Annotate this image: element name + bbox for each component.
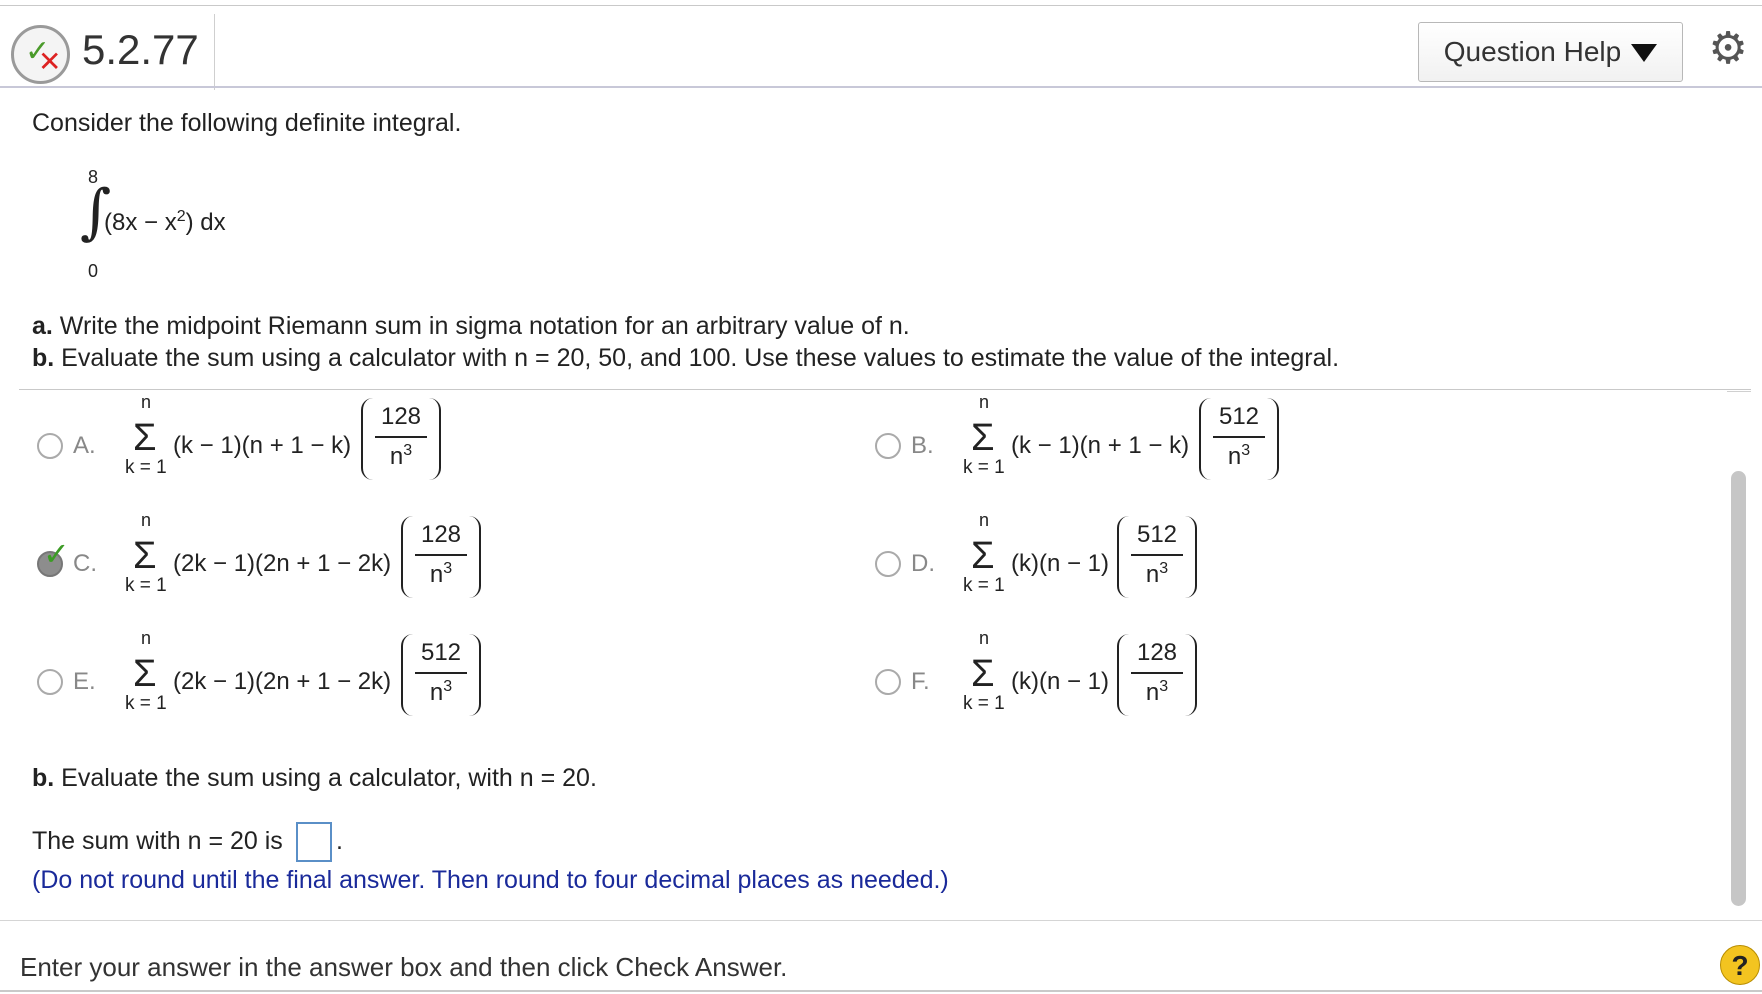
- correct-check-icon: ✓: [43, 536, 70, 572]
- sigma-lower-bound: k = 1: [963, 575, 1005, 596]
- scroll-area-border: [19, 389, 1751, 390]
- question-number: 5.2.77: [82, 26, 199, 73]
- left-paren: [1117, 516, 1129, 598]
- left-paren: [401, 516, 413, 598]
- fraction-numerator: 128: [420, 521, 462, 548]
- definite-integral: 8 ∫ (8x − x2) dx 0: [80, 160, 280, 285]
- sigma-lower-bound: k = 1: [963, 457, 1005, 478]
- sigma-symbol: Σ: [133, 535, 157, 577]
- question-header: ✓ ✕ 5.2.77 Question Help ⚙: [0, 6, 1762, 90]
- right-paren: [469, 634, 481, 716]
- sigma-symbol: Σ: [971, 417, 995, 459]
- fraction-numerator: 128: [380, 403, 422, 430]
- choice-letter: A.: [73, 432, 96, 459]
- left-paren: [401, 634, 413, 716]
- dropdown-arrow-icon: [1631, 44, 1658, 62]
- footer-instruction: Enter your answer in the answer box and …: [20, 952, 788, 982]
- left-paren: [1199, 398, 1211, 480]
- sigma-symbol: Σ: [971, 653, 995, 695]
- choice-expression: (2k − 1)(2n + 1 − 2k): [173, 550, 392, 577]
- fraction-denominator: n3: [1145, 678, 1169, 706]
- choice-d[interactable]: D. n Σk = 1 (k)(n − 1) 512 n3: [875, 510, 1375, 620]
- right-paren: [1267, 398, 1279, 480]
- left-paren: [361, 398, 373, 480]
- choice-expression: (2k − 1)(2n + 1 − 2k): [173, 668, 392, 695]
- fraction-denominator: n3: [1145, 560, 1169, 588]
- sigma-symbol: Σ: [133, 653, 157, 695]
- question-help-button[interactable]: Question Help: [1418, 22, 1683, 82]
- answer-period: .: [336, 827, 343, 855]
- fraction-bar: [1131, 672, 1183, 674]
- choice-a[interactable]: A. n Σk = 1 (k − 1)(n + 1 − k) 128 n3: [37, 392, 537, 502]
- partially-correct-icon: ✓ ✕: [11, 25, 70, 84]
- sigma-lower-bound: k = 1: [125, 575, 167, 596]
- choice-letter: D.: [911, 550, 935, 577]
- choice-letter: C.: [73, 550, 97, 577]
- choice-expression: (k)(n − 1): [1011, 668, 1110, 695]
- choice-letter: E.: [73, 668, 96, 695]
- part-a-instruction: a. Write the midpoint Riemann sum in sig…: [32, 312, 910, 340]
- sigma-lower-bound: k = 1: [963, 693, 1005, 714]
- choice-radio[interactable]: [37, 669, 63, 695]
- sigma-lower-bound: k = 1: [125, 457, 167, 478]
- answer-prompt: The sum with n = 20 is: [32, 827, 283, 855]
- sigma-upper-bound: n: [141, 510, 152, 530]
- gear-icon[interactable]: ⚙: [1707, 27, 1749, 71]
- choice-radio[interactable]: [875, 551, 901, 577]
- choice-letter: F.: [911, 668, 930, 695]
- choice-expression: (k − 1)(n + 1 − k): [1011, 432, 1190, 459]
- sigma-upper-bound: n: [141, 628, 152, 648]
- fraction-denominator: n3: [1227, 442, 1251, 470]
- answer-input[interactable]: [296, 822, 332, 862]
- integral-lower-limit: 0: [88, 261, 99, 281]
- sigma-upper-bound: n: [979, 392, 990, 412]
- fraction-denominator: n3: [389, 442, 413, 470]
- fraction-bar: [1213, 436, 1265, 438]
- fraction-bar: [415, 554, 467, 556]
- sigma-lower-bound: k = 1: [125, 693, 167, 714]
- fraction-denominator: n3: [429, 678, 453, 706]
- footer-bottom-border: [0, 990, 1762, 992]
- choice-letter: B.: [911, 432, 934, 459]
- problem-intro: Consider the following definite integral…: [32, 109, 462, 137]
- choice-expression: (k)(n − 1): [1011, 550, 1110, 577]
- question-help-label: Question Help: [1443, 36, 1622, 67]
- divider: [214, 14, 215, 90]
- choice-f[interactable]: F. n Σk = 1 (k)(n − 1) 128 n3: [875, 628, 1375, 738]
- right-paren: [1185, 516, 1197, 598]
- sigma-upper-bound: n: [141, 392, 152, 412]
- help-icon[interactable]: ?: [1720, 945, 1760, 985]
- sigma-symbol: Σ: [971, 535, 995, 577]
- fraction-numerator: 512: [1136, 521, 1178, 548]
- choice-c[interactable]: ✓ C. n Σk = 1 (2k − 1)(2n + 1 − 2k) 128 n3: [37, 510, 537, 620]
- fraction-numerator: 128: [1136, 639, 1178, 666]
- right-paren: [1185, 634, 1197, 716]
- left-paren: [1117, 634, 1129, 716]
- choice-e[interactable]: E. n Σk = 1 (2k − 1)(2n + 1 − 2k) 512 n3: [37, 628, 537, 738]
- choice-radio[interactable]: [875, 433, 901, 459]
- choice-expression: (k − 1)(n + 1 − k): [173, 432, 352, 459]
- fraction-bar: [1131, 554, 1183, 556]
- integrand: (8x − x2) dx: [104, 208, 226, 236]
- fraction-denominator: n3: [429, 560, 453, 588]
- choice-radio[interactable]: [37, 433, 63, 459]
- sigma-symbol: Σ: [133, 417, 157, 459]
- rounding-hint: (Do not round until the final answer. Th…: [32, 866, 949, 894]
- sigma-upper-bound: n: [979, 628, 990, 648]
- right-paren: [429, 398, 441, 480]
- footer-divider: [0, 920, 1762, 921]
- part-b-instruction: b. Evaluate the sum using a calculator w…: [32, 344, 1340, 372]
- header-divider: [0, 86, 1762, 88]
- fraction-numerator: 512: [420, 639, 462, 666]
- part-b-question: b. Evaluate the sum using a calculator, …: [32, 764, 597, 792]
- scroll-area-border: [1727, 391, 1751, 392]
- choice-b[interactable]: B. n Σk = 1 (k − 1)(n + 1 − k) 512 n3: [875, 392, 1375, 502]
- fraction-numerator: 512: [1218, 403, 1260, 430]
- scrollbar-thumb[interactable]: [1731, 471, 1746, 906]
- fraction-bar: [415, 672, 467, 674]
- right-paren: [469, 516, 481, 598]
- choice-radio[interactable]: [875, 669, 901, 695]
- fraction-bar: [375, 436, 427, 438]
- sigma-upper-bound: n: [979, 510, 990, 530]
